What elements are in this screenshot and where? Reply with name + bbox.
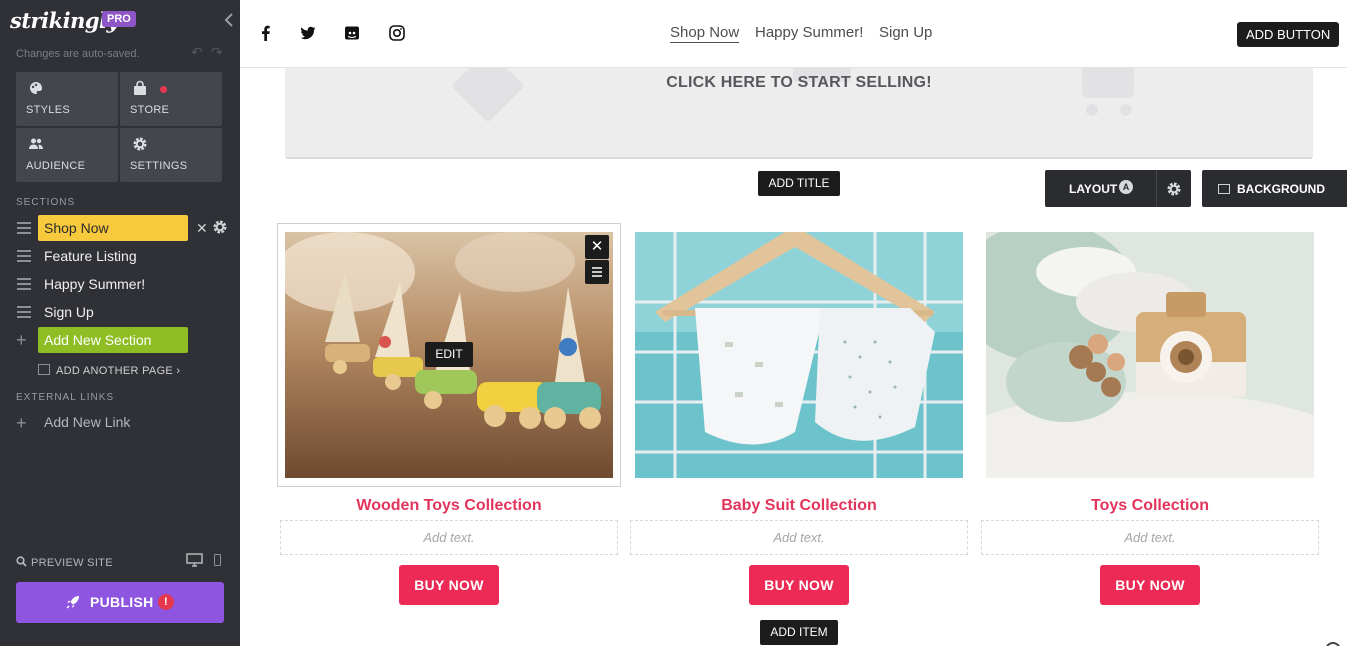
shopping-bag-icon — [134, 80, 146, 95]
product-description[interactable]: Add text. — [981, 520, 1319, 555]
product-card[interactable]: Baby Suit Collection Add text. BUY NOW — [627, 223, 971, 613]
preview-site-link[interactable]: PREVIEW SITE — [16, 556, 113, 569]
store-tile[interactable]: STORE — [120, 72, 222, 126]
background-label: BACKGROUND — [1237, 182, 1325, 196]
audience-tile[interactable]: AUDIENCE — [16, 128, 118, 182]
layout-button[interactable]: LAYOUT A — [1045, 170, 1191, 207]
product-card[interactable]: ✕ EDIT Wooden Toys Collection Add text. … — [277, 223, 621, 613]
plus-icon: + — [16, 413, 27, 433]
layout-variant-badge: A — [1119, 180, 1133, 194]
background-button[interactable]: BACKGROUND — [1202, 170, 1347, 207]
image-icon — [1218, 184, 1230, 194]
image-menu-icon[interactable] — [585, 260, 609, 284]
publish-label: PUBLISH — [90, 594, 154, 610]
divider — [1156, 170, 1157, 207]
store-notification-dot — [160, 86, 167, 93]
pro-badge: PRO — [102, 11, 136, 27]
buy-now-button[interactable]: BUY NOW — [399, 565, 499, 605]
search-icon — [16, 556, 27, 567]
section-settings-icon[interactable] — [212, 219, 228, 235]
product-title[interactable]: Toys Collection — [978, 497, 1322, 515]
section-label[interactable]: Sign Up — [38, 299, 94, 325]
cart-wheel-icon — [1086, 104, 1098, 116]
drag-handle-icon[interactable] — [17, 278, 31, 290]
drag-handle-icon[interactable] — [17, 222, 31, 234]
add-item-button[interactable]: ADD ITEM — [760, 620, 838, 645]
editor-sidebar: strikingly PRO Changes are auto-saved. ↶… — [0, 0, 240, 646]
facebook-icon[interactable] — [257, 24, 275, 42]
store-label: STORE — [130, 104, 170, 116]
product-image-toys[interactable] — [986, 232, 1314, 478]
edit-image-button[interactable]: EDIT — [425, 342, 473, 367]
discord-icon[interactable] — [343, 24, 361, 42]
section-row-sign-up[interactable]: Sign Up — [0, 299, 240, 325]
remove-image-icon[interactable]: ✕ — [585, 235, 609, 259]
add-new-link-label[interactable]: Add New Link — [44, 414, 130, 430]
plus-icon: + — [16, 330, 27, 350]
nav-link-sign-up[interactable]: Sign Up — [879, 24, 932, 41]
audience-label: AUDIENCE — [26, 160, 86, 172]
redo-icon[interactable]: ↷ — [211, 44, 223, 61]
product-description[interactable]: Add text. — [630, 520, 968, 555]
add-new-link-row[interactable]: + Add New Link — [0, 410, 240, 436]
product-image-baby-suit[interactable] — [635, 232, 963, 478]
nav-link-shop-now[interactable]: Shop Now — [670, 24, 740, 43]
autosave-note: Changes are auto-saved. — [16, 48, 140, 60]
section-label[interactable]: Happy Summer! — [38, 271, 145, 297]
publish-alert-icon: ! — [158, 594, 174, 610]
twitter-icon[interactable] — [299, 24, 317, 42]
cart-wheel-icon — [1120, 104, 1132, 116]
section-row-happy-summer[interactable]: Happy Summer! — [0, 271, 240, 297]
drag-handle-icon[interactable] — [17, 250, 31, 262]
store-section: CLICK HERE TO START SELLING! ADD TITLE L… — [240, 68, 1347, 646]
add-section-row[interactable]: + Add New Section — [0, 327, 240, 353]
mobile-view-icon[interactable] — [214, 554, 221, 566]
section-label[interactable]: Shop Now — [38, 215, 188, 241]
section-label[interactable]: Feature Listing — [38, 243, 137, 269]
publish-button[interactable]: PUBLISH ! — [16, 582, 224, 623]
instagram-icon[interactable] — [388, 24, 406, 42]
add-new-section-button[interactable]: Add New Section — [38, 327, 188, 353]
buy-now-button[interactable]: BUY NOW — [749, 565, 849, 605]
add-another-page-link[interactable]: ADD ANOTHER PAGE › — [38, 364, 180, 377]
styles-label: STYLES — [26, 104, 70, 116]
settings-tile[interactable]: SETTINGS — [120, 128, 222, 182]
section-row-feature-listing[interactable]: Feature Listing — [0, 243, 240, 269]
preview-label: PREVIEW SITE — [31, 557, 113, 569]
chevron-right-icon: › — [173, 365, 181, 377]
styles-tile[interactable]: STYLES — [16, 72, 118, 126]
palette-icon — [30, 82, 43, 94]
start-selling-text: CLICK HERE TO START SELLING! — [666, 74, 932, 91]
nav-link-happy-summer[interactable]: Happy Summer! — [755, 24, 863, 41]
undo-icon[interactable]: ↶ — [191, 44, 203, 61]
external-links-heading: EXTERNAL LINKS — [16, 392, 115, 403]
product-card[interactable]: Toys Collection Add text. BUY NOW — [978, 223, 1322, 613]
sections-heading: SECTIONS — [16, 197, 76, 208]
product-description[interactable]: Add text. — [280, 520, 618, 555]
buy-now-button[interactable]: BUY NOW — [1100, 565, 1200, 605]
add-title-button[interactable]: ADD TITLE — [758, 171, 840, 196]
product-title[interactable]: Wooden Toys Collection — [277, 497, 621, 515]
collapse-sidebar-icon[interactable] — [223, 10, 237, 30]
rocket-icon — [66, 596, 79, 609]
desktop-view-icon[interactable] — [186, 553, 203, 567]
section-row-shop-now[interactable]: Shop Now ✕ — [0, 215, 240, 241]
gear-icon[interactable] — [1166, 181, 1182, 197]
users-icon — [29, 138, 43, 149]
start-selling-banner[interactable]: CLICK HERE TO START SELLING! — [285, 68, 1313, 159]
layout-label: LAYOUT — [1069, 182, 1118, 196]
site-header: Shop Now Happy Summer! Sign Up ADD BUTTO… — [240, 0, 1347, 68]
add-page-label: ADD ANOTHER PAGE — [56, 365, 174, 377]
gear-icon — [133, 137, 147, 151]
delete-section-icon[interactable]: ✕ — [196, 220, 208, 237]
product-title[interactable]: Baby Suit Collection — [627, 497, 971, 515]
settings-label: SETTINGS — [130, 160, 188, 172]
add-button[interactable]: ADD BUTTON — [1237, 22, 1340, 47]
chat-widget-icon[interactable] — [1325, 642, 1341, 646]
pages-icon — [38, 364, 50, 375]
drag-handle-icon[interactable] — [17, 306, 31, 318]
